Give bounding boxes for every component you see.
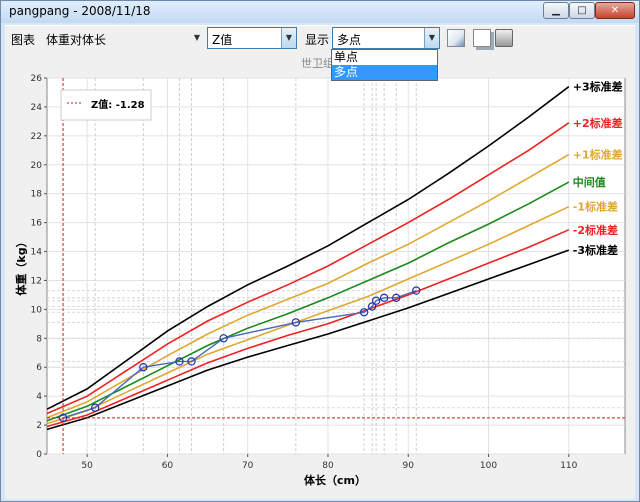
chevron-down-icon: ▼ [193,33,201,42]
y-tick-label: 6 [36,363,42,373]
y-tick-label: 18 [31,190,43,200]
y-tick-label: 12 [31,276,42,286]
growth-chart: 世卫组 0246810121416182022242650 60 70 80 90 100… [14,56,626,487]
display-mode-select[interactable]: 多点 ▼ [332,27,440,49]
y-tick-label: 0 [36,450,42,460]
maximize-button[interactable]: □ [569,2,595,19]
toolbar: 图表 体重对体长 ▼ Z值 ▼ 显示 多点 ▼ [5,25,635,52]
chart-header-partial: 世卫组 [301,56,334,70]
series-label: 中间值 [573,175,606,189]
copy-icon[interactable] [473,29,491,47]
y-tick-label: 10 [31,305,43,315]
title-bar: pangpang - 2008/11/18 ▁ □ ✕ [1,1,639,23]
display-label: 显示 [305,33,330,47]
dropdown-option-multi[interactable]: 多点 [332,65,437,80]
zscore-value: Z值: -1.28 [91,98,145,111]
chart-area: 世卫组 0 2 4 6 8 10 12 14 16 18 20 22 24 26 50 60 70 80 90 100… [5,52,635,499]
series-label: -1标准差 [573,200,618,214]
y-axis-label: 体重（kg） [14,236,28,295]
series-label: +3标准差 [573,80,623,94]
chart-type-value: 体重对体长 [46,33,107,47]
maximize-icon: □ [577,5,587,16]
y-tick-label: 22 [31,132,42,142]
x-tick-label: 50 [81,461,93,471]
close-button[interactable]: ✕ [595,2,635,19]
minimize-button[interactable]: ▁ [543,2,569,19]
display-mode-dropdown: 单点 多点 [331,49,438,81]
metric-value: Z值 [212,33,233,47]
x-tick-label: 100 [480,461,497,471]
chart-type-select[interactable]: 体重对体长 ▼ [41,27,205,49]
x-tick-label: 90 [403,461,415,471]
chevron-down-icon: ▼ [424,28,439,48]
y-tick-label: 14 [31,248,43,258]
x-tick-label: 60 [162,461,174,471]
series-label: +1标准差 [573,148,623,162]
y-tick-label: 8 [36,334,42,344]
window-title: pangpang - 2008/11/18 [9,4,151,18]
x-tick-label: 70 [242,461,254,471]
print-icon[interactable] [495,29,513,47]
y-tick-label: 4 [36,392,42,402]
series-label: -2标准差 [573,223,618,237]
y-tick-label: 26 [31,74,43,84]
y-tick-label: 2 [36,421,42,431]
plot-background [46,77,626,455]
x-tick-label: 110 [560,461,577,471]
y-tick-label: 24 [31,103,43,113]
app-window: pangpang - 2008/11/18 ▁ □ ✕ 图表 体重对体长 ▼ Z… [0,0,640,502]
dropdown-option-single[interactable]: 单点 [332,50,437,65]
metric-select[interactable]: Z值 ▼ [207,27,297,49]
x-tick-label: 80 [322,461,334,471]
series-label: -3标准差 [573,243,618,257]
y-tick-label: 20 [31,161,43,171]
chart-label: 图表 [11,33,36,47]
series-label: +2标准差 [573,116,623,130]
close-icon: ✕ [610,5,620,16]
chart-settings-icon[interactable] [447,29,465,47]
minimize-icon: ▁ [552,5,560,16]
zscore-legend-box: Z值: -1.28 [60,89,152,121]
chevron-down-icon: ▼ [281,28,296,48]
y-tick-label: 16 [31,219,43,229]
display-mode-value: 多点 [337,33,362,47]
x-axis-label: 体长（cm） [304,473,366,487]
